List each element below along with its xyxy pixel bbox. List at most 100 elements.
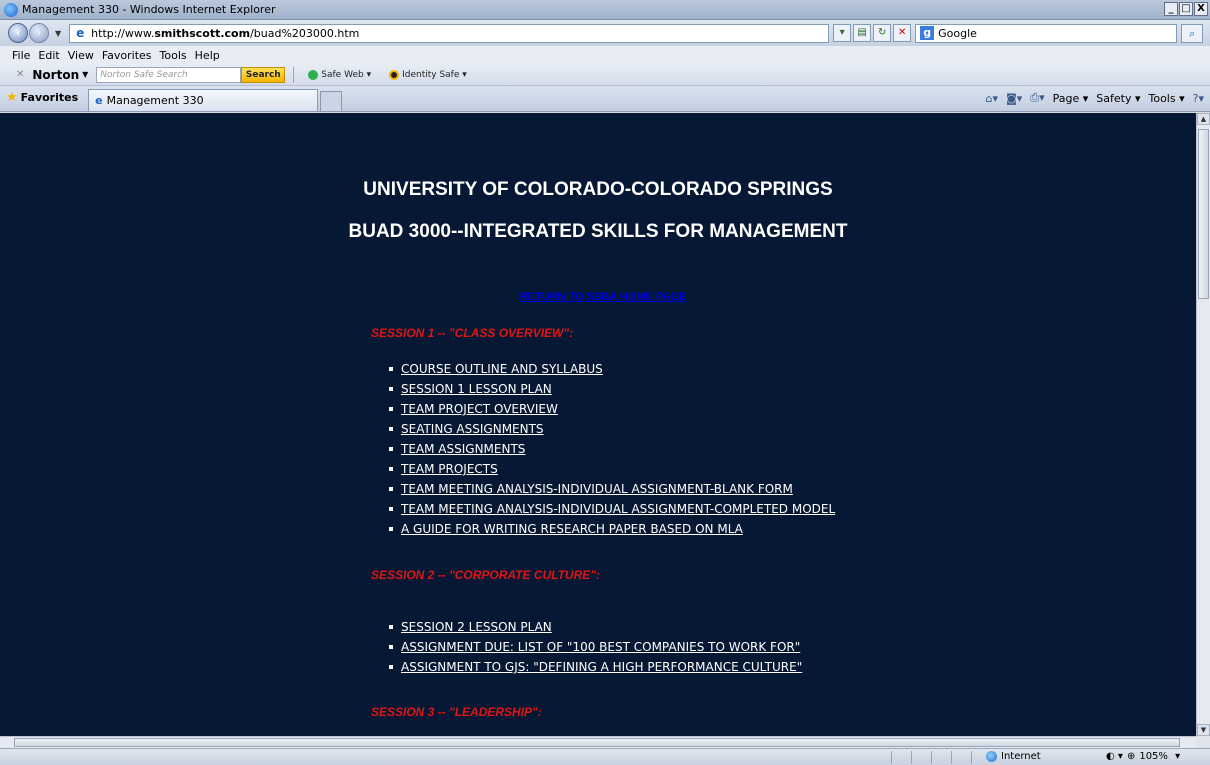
- identity-safe-label: Identity Safe: [402, 69, 460, 80]
- list-item: ASSIGNMENT DUE: LIST OF "100 BEST COMPAN…: [389, 637, 802, 657]
- help-icon[interactable]: ?▾: [1193, 92, 1204, 105]
- bullet-icon: [389, 387, 393, 391]
- team-project-overview-link[interactable]: TEAM PROJECT OVERVIEW: [401, 402, 558, 416]
- forward-button[interactable]: ›: [29, 23, 49, 43]
- page-icon: e: [76, 26, 85, 40]
- favorites-button[interactable]: ★ Favorites: [6, 90, 78, 105]
- identity-safe-button[interactable]: Identity Safe ▾: [389, 69, 467, 80]
- tab-management-330[interactable]: e Management 330: [88, 89, 319, 111]
- session-2-title: SESSION 2 -- "CORPORATE CULTURE":: [371, 568, 600, 582]
- back-button[interactable]: ‹: [8, 23, 28, 43]
- security-zone[interactable]: Internet: [986, 751, 1041, 762]
- norton-dropdown-icon[interactable]: ▼: [82, 70, 88, 79]
- norton-logo[interactable]: Norton: [32, 68, 79, 82]
- close-toolbar-icon[interactable]: ✕: [16, 69, 24, 80]
- zoom-dropdown-icon: ▾: [1171, 751, 1181, 762]
- print-icon[interactable]: ⎙▾: [1030, 91, 1044, 105]
- team-assignments-link[interactable]: TEAM ASSIGNMENTS: [401, 442, 525, 456]
- tab-bar: ★ Favorites e Management 330 ⌂▾ ◙▾ ⎙▾ Pa…: [0, 86, 1210, 112]
- list-item: COURSE OUTLINE AND SYLLABUS: [389, 359, 835, 379]
- window-title: Management 330 - Windows Internet Explor…: [22, 3, 276, 16]
- globe-icon: [986, 751, 997, 762]
- meeting-analysis-model-link[interactable]: TEAM MEETING ANALYSIS-INDIVIDUAL ASSIGNM…: [401, 502, 835, 516]
- bullet-icon: [389, 645, 393, 649]
- list-item: TEAM ASSIGNMENTS: [389, 439, 835, 459]
- menu-file[interactable]: File: [12, 49, 30, 62]
- bullet-icon: [389, 527, 393, 531]
- history-dropdown-icon[interactable]: ▼: [55, 29, 61, 38]
- session-1-links: COURSE OUTLINE AND SYLLABUS SESSION 1 LE…: [389, 359, 835, 539]
- scroll-up-icon[interactable]: ▲: [1197, 113, 1210, 125]
- scroll-thumb[interactable]: [1198, 129, 1209, 299]
- session-2-lesson-plan-link[interactable]: SESSION 2 LESSON PLAN: [401, 620, 552, 634]
- safe-web-button[interactable]: Safe Web ▾: [308, 69, 372, 80]
- page-heading-university: UNIVERSITY OF COLORADO-COLORADO SPRINGS: [363, 179, 833, 200]
- identity-safe-icon: [389, 69, 400, 80]
- list-item: TEAM PROJECT OVERVIEW: [389, 399, 835, 419]
- seating-assignments-link[interactable]: SEATING ASSIGNMENTS: [401, 422, 544, 436]
- url-prefix: http://www.: [91, 26, 155, 40]
- horizontal-scrollbar[interactable]: [0, 736, 1196, 748]
- safety-menu-label: Safety: [1096, 91, 1132, 105]
- menu-help[interactable]: Help: [195, 49, 220, 62]
- compatibility-view-icon[interactable]: ▤: [853, 24, 872, 42]
- team-projects-link[interactable]: TEAM PROJECTS: [401, 462, 498, 476]
- session-3-title: SESSION 3 -- "LEADERSHIP":: [371, 705, 542, 719]
- norton-search-input[interactable]: Norton Safe Search: [96, 66, 242, 83]
- search-button[interactable]: ⌕: [1181, 23, 1204, 43]
- menu-tools[interactable]: Tools: [160, 49, 187, 62]
- menu-bar: File Edit View Favorites Tools Help: [0, 46, 1210, 64]
- safe-web-label: Safe Web: [321, 69, 364, 80]
- maximize-button[interactable]: □: [1179, 2, 1193, 16]
- menu-edit[interactable]: Edit: [38, 49, 59, 62]
- menu-view[interactable]: View: [68, 49, 94, 62]
- session-1-title: SESSION 1 -- "CLASS OVERVIEW":: [371, 326, 574, 340]
- stop-icon[interactable]: ✕: [893, 24, 912, 42]
- bullet-icon: [389, 447, 393, 451]
- google-icon: g: [920, 26, 935, 40]
- status-panel: [932, 751, 952, 764]
- norton-search-button[interactable]: Search: [241, 66, 286, 83]
- close-button[interactable]: X: [1194, 2, 1208, 16]
- home-icon[interactable]: ⌂▾: [986, 92, 999, 105]
- zoom-icon: ⊕: [1126, 751, 1136, 762]
- scroll-down-icon[interactable]: ▼: [1197, 724, 1210, 736]
- address-dropdown-icon[interactable]: ▾: [833, 24, 852, 42]
- return-home-link[interactable]: RETURN TO SSBA HOME PAGE: [0, 291, 1196, 303]
- list-item: A GUIDE FOR WRITING RESEARCH PAPER BASED…: [389, 519, 835, 539]
- new-tab-button[interactable]: [320, 91, 343, 111]
- menu-favorites[interactable]: Favorites: [102, 49, 152, 62]
- meeting-analysis-blank-link[interactable]: TEAM MEETING ANALYSIS-INDIVIDUAL ASSIGNM…: [401, 482, 793, 496]
- high-performance-culture-link[interactable]: ASSIGNMENT TO GJS: "DEFINING A HIGH PERF…: [401, 660, 802, 674]
- url-domain: smithscott.com: [154, 26, 251, 40]
- toolbar-separator: [293, 66, 295, 83]
- status-panel: [892, 751, 912, 764]
- session-1-lesson-plan-link[interactable]: SESSION 1 LESSON PLAN: [401, 382, 552, 396]
- address-bar[interactable]: e http://www. smithscott.com/buad%203000.…: [69, 23, 830, 43]
- safe-web-dropdown-icon: ▾: [363, 69, 372, 80]
- star-icon: ★: [6, 90, 18, 105]
- zoom-control[interactable]: ◐ ▾ ⊕ 105% ▾: [1106, 751, 1180, 762]
- bullet-icon: [389, 367, 393, 371]
- mla-guide-link[interactable]: A GUIDE FOR WRITING RESEARCH PAPER BASED…: [401, 522, 743, 536]
- vertical-scrollbar[interactable]: ▲ ▼: [1196, 113, 1210, 736]
- tools-menu[interactable]: Tools ▾: [1148, 92, 1184, 105]
- refresh-icon[interactable]: ↻: [873, 24, 892, 42]
- address-buttons: ▾ ▤ ↻ ✕: [833, 24, 912, 42]
- feeds-icon[interactable]: ◙▾: [1006, 92, 1022, 105]
- course-outline-link[interactable]: COURSE OUTLINE AND SYLLABUS: [401, 362, 603, 376]
- zoom-level: 105%: [1139, 751, 1168, 762]
- list-item: TEAM PROJECTS: [389, 459, 835, 479]
- safety-menu[interactable]: Safety ▾: [1096, 92, 1140, 105]
- page-menu[interactable]: Page ▾: [1053, 92, 1089, 105]
- session-2-links: SESSION 2 LESSON PLAN ASSIGNMENT DUE: LI…: [389, 617, 802, 677]
- bullet-icon: [389, 665, 393, 669]
- horizontal-scroll-thumb[interactable]: [14, 738, 1180, 747]
- tools-menu-label: Tools: [1148, 91, 1176, 105]
- search-box[interactable]: g Google: [915, 23, 1178, 43]
- minimize-button[interactable]: _: [1164, 2, 1178, 16]
- window-titlebar: Management 330 - Windows Internet Explor…: [0, 0, 1210, 20]
- best-companies-assignment-link[interactable]: ASSIGNMENT DUE: LIST OF "100 BEST COMPAN…: [401, 640, 800, 654]
- identity-safe-dropdown-icon: ▾: [459, 69, 467, 80]
- bullet-icon: [389, 487, 393, 491]
